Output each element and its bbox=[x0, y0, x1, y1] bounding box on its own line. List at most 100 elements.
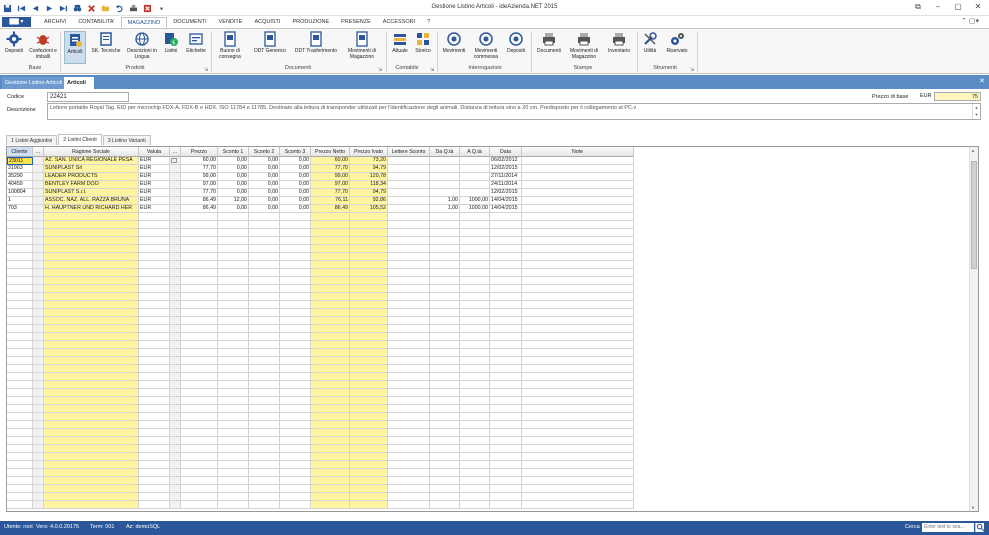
cell-note[interactable] bbox=[522, 245, 634, 253]
cell-lettere-sconto[interactable] bbox=[388, 493, 430, 501]
cell-btn-cliente[interactable] bbox=[33, 333, 44, 341]
cell-sconto-1[interactable] bbox=[218, 437, 249, 445]
cell-ragione-sociale[interactable] bbox=[44, 333, 139, 341]
cell-btn-cliente[interactable] bbox=[33, 469, 44, 477]
table-row[interactable] bbox=[7, 469, 634, 477]
ribbon-button-attuale[interactable]: Attuale bbox=[390, 31, 410, 54]
cell-a-qta[interactable] bbox=[460, 341, 490, 349]
cell-sconto-2[interactable] bbox=[249, 469, 280, 477]
cell-btn-cliente[interactable] bbox=[33, 325, 44, 333]
cell-cliente[interactable] bbox=[7, 213, 33, 221]
cell-sconto-3[interactable] bbox=[280, 437, 311, 445]
table-row[interactable] bbox=[7, 493, 634, 501]
cell-a-qta[interactable] bbox=[460, 493, 490, 501]
ribbon-button-movimenti-magazzino[interactable]: Movimenti di Magazzino bbox=[344, 31, 380, 60]
cell-cliente[interactable] bbox=[7, 485, 33, 493]
cell-prezzo-ivato[interactable]: 92,86 bbox=[350, 197, 388, 205]
cell-cliente[interactable] bbox=[7, 365, 33, 373]
cell-da-qta[interactable] bbox=[430, 277, 460, 285]
cell-ragione-sociale[interactable] bbox=[44, 429, 139, 437]
cell-lettere-sconto[interactable] bbox=[388, 253, 430, 261]
ribbon-button-stampa-movimenti[interactable]: Movimenti di Magazzino bbox=[566, 31, 602, 60]
cell-prezzo-netto[interactable] bbox=[311, 397, 350, 405]
cell-btn-valuta[interactable] bbox=[170, 501, 181, 509]
cell-sconto-3[interactable] bbox=[280, 373, 311, 381]
cell-data[interactable] bbox=[490, 301, 522, 309]
column-header-sconto-2[interactable]: Sconto 2 bbox=[249, 147, 280, 157]
cell-a-qta[interactable] bbox=[460, 445, 490, 453]
cell-lettere-sconto[interactable] bbox=[388, 293, 430, 301]
cell-prezzo-ivato[interactable]: 120,78 bbox=[350, 173, 388, 181]
cell-lettere-sconto[interactable] bbox=[388, 413, 430, 421]
cell-lettere-sconto[interactable] bbox=[388, 453, 430, 461]
cell-cliente[interactable]: 23011 bbox=[7, 157, 33, 165]
cell-btn-cliente[interactable] bbox=[33, 317, 44, 325]
cell-prezzo[interactable] bbox=[181, 341, 218, 349]
cell-sconto-2[interactable]: 0,00 bbox=[249, 189, 280, 197]
cell-ragione-sociale[interactable]: BENTLEY FARM DOO bbox=[44, 181, 139, 189]
cell-a-qta[interactable] bbox=[460, 181, 490, 189]
cell-sconto-1[interactable] bbox=[218, 461, 249, 469]
cell-sconto-1[interactable] bbox=[218, 221, 249, 229]
cell-btn-cliente[interactable] bbox=[33, 389, 44, 397]
cell-cliente[interactable] bbox=[7, 245, 33, 253]
cell-da-qta[interactable] bbox=[430, 165, 460, 173]
cell-prezzo[interactable] bbox=[181, 437, 218, 445]
cell-btn-valuta[interactable] bbox=[170, 413, 181, 421]
cell-sconto-2[interactable] bbox=[249, 349, 280, 357]
cell-note[interactable] bbox=[522, 453, 634, 461]
cell-btn-valuta[interactable] bbox=[170, 221, 181, 229]
cell-sconto-2[interactable] bbox=[249, 237, 280, 245]
cell-da-qta[interactable] bbox=[430, 405, 460, 413]
cell-valuta[interactable] bbox=[139, 269, 170, 277]
cell-sconto-1[interactable] bbox=[218, 365, 249, 373]
cell-a-qta[interactable] bbox=[460, 277, 490, 285]
cell-sconto-1[interactable] bbox=[218, 469, 249, 477]
cell-data[interactable] bbox=[490, 317, 522, 325]
search-input[interactable]: Enter text to sea... bbox=[922, 523, 974, 532]
cell-data[interactable] bbox=[490, 373, 522, 381]
cell-lettere-sconto[interactable] bbox=[388, 229, 430, 237]
description-scrollbar[interactable]: ▲ ▼ bbox=[972, 104, 980, 119]
cell-data[interactable] bbox=[490, 381, 522, 389]
table-row[interactable] bbox=[7, 245, 634, 253]
cell-da-qta[interactable] bbox=[430, 269, 460, 277]
cell-sconto-1[interactable] bbox=[218, 485, 249, 493]
cell-ragione-sociale[interactable] bbox=[44, 253, 139, 261]
cell-prezzo[interactable] bbox=[181, 237, 218, 245]
cell-ragione-sociale[interactable] bbox=[44, 437, 139, 445]
column-header-da-qta[interactable]: Da Q.tà bbox=[430, 147, 460, 157]
cell-ragione-sociale[interactable] bbox=[44, 221, 139, 229]
cell-valuta[interactable] bbox=[139, 493, 170, 501]
cell-sconto-1[interactable] bbox=[218, 229, 249, 237]
cell-valuta[interactable] bbox=[139, 285, 170, 293]
minimize-button[interactable]: – bbox=[933, 2, 943, 12]
cell-sconto-1[interactable] bbox=[218, 397, 249, 405]
cell-sconto-2[interactable]: 0,00 bbox=[249, 205, 280, 213]
table-row[interactable]: 23011 AZ. SAN. UNICA REGIONALE PESA EUR 60,… bbox=[7, 157, 634, 165]
cell-cliente[interactable] bbox=[7, 333, 33, 341]
cell-ragione-sociale[interactable] bbox=[44, 421, 139, 429]
cell-cliente[interactable] bbox=[7, 301, 33, 309]
cell-btn-cliente[interactable] bbox=[33, 477, 44, 485]
cell-cliente[interactable] bbox=[7, 269, 33, 277]
cell-sconto-2[interactable] bbox=[249, 429, 280, 437]
cell-note[interactable] bbox=[522, 389, 634, 397]
cell-data[interactable] bbox=[490, 397, 522, 405]
cell-prezzo[interactable]: 86,49 bbox=[181, 197, 218, 205]
cell-prezzo[interactable] bbox=[181, 253, 218, 261]
cell-prezzo-netto[interactable] bbox=[311, 285, 350, 293]
cell-lettere-sconto[interactable] bbox=[388, 173, 430, 181]
cell-da-qta[interactable] bbox=[430, 293, 460, 301]
cell-note[interactable] bbox=[522, 197, 634, 205]
cell-prezzo-netto[interactable] bbox=[311, 501, 350, 509]
cell-btn-cliente[interactable] bbox=[33, 205, 44, 213]
cell-prezzo-ivato[interactable] bbox=[350, 349, 388, 357]
ribbon-button-storico[interactable]: Storico bbox=[412, 31, 434, 54]
table-row[interactable] bbox=[7, 317, 634, 325]
cell-btn-cliente[interactable] bbox=[33, 245, 44, 253]
cell-a-qta[interactable] bbox=[460, 245, 490, 253]
cell-sconto-2[interactable] bbox=[249, 421, 280, 429]
cell-prezzo-ivato[interactable] bbox=[350, 469, 388, 477]
ribbon-button-stampa-documenti[interactable]: Documenti bbox=[534, 31, 564, 54]
